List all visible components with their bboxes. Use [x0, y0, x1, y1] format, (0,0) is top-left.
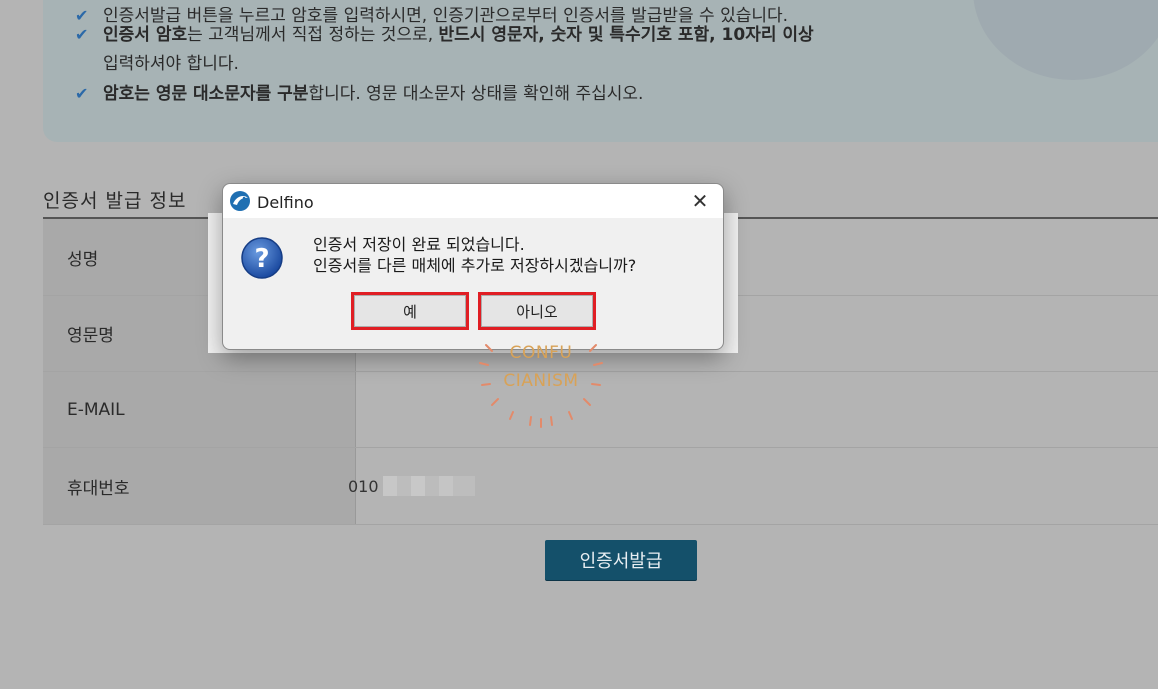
dialog-title: Delfino — [257, 193, 314, 212]
info-text-2-cont: 입력하셔야 합니다. — [103, 54, 239, 74]
phone-value: 010 — [332, 448, 1158, 524]
check-icon: ✔ — [75, 84, 89, 103]
decorative-circle — [973, 0, 1158, 80]
info-bullet-3: ✔ 암호는 영문 대소문자를 구분합니다. 영문 대소문자 상태를 확인해 주십… — [75, 82, 643, 106]
watermark-text-2: CIANISM — [503, 371, 579, 391]
delfino-logo-icon — [229, 190, 251, 212]
info-panel: ✔ 인증서발급 버튼을 누르고 암호를 입력하시면, 인증기관으로부터 인증서를… — [43, 0, 1158, 142]
watermark-text-1: CONFU — [509, 343, 573, 363]
info-bullet-2: ✔ 인증서 암호는 고객님께서 직접 정하는 것으로, 반드시 영문자, 숫자 … — [75, 23, 814, 47]
info-bold-case: 암호는 영문 대소문자를 구분 — [103, 84, 309, 104]
info-bold-requirement: 반드시 영문자, 숫자 및 특수기호 포함, 10자리 이상 — [438, 25, 814, 45]
check-icon: ✔ — [75, 25, 89, 44]
section-title: 인증서 발급 정보 — [43, 190, 187, 212]
info-text-3: 합니다. 영문 대소문자 상태를 확인해 주십시오. — [308, 84, 644, 104]
dialog-message: 인증서 저장이 완료 되었습니다. 인증서를 다른 매체에 추가로 저장하시겠습… — [313, 234, 636, 276]
info-bold-password: 인증서 암호 — [103, 25, 188, 45]
row-label: 휴대번호 — [43, 448, 356, 524]
info-text-2: 는 고객님께서 직접 정하는 것으로, — [187, 25, 439, 45]
row-value — [332, 372, 1158, 447]
phone-prefix: 010 — [348, 476, 379, 496]
dialog-message-line2: 인증서를 다른 매체에 추가로 저장하시겠습니까? — [313, 256, 637, 275]
yes-button[interactable]: 예 — [351, 292, 469, 330]
confirm-dialog: Delfino ✕ ? 인증서 저장이 완료 되었습니다. 인증서를 다른 매체… — [222, 183, 724, 350]
row-label: E-MAIL — [43, 372, 356, 447]
issue-certificate-button[interactable]: 인증서발급 — [545, 540, 697, 580]
watermark-logo: CONFU CIANISM — [478, 335, 604, 430]
question-icon: ? — [240, 236, 284, 280]
svg-text:?: ? — [254, 244, 269, 274]
dialog-titlebar: Delfino ✕ — [223, 184, 723, 218]
info-bullet-2-cont: 입력하셔야 합니다. — [75, 52, 239, 76]
table-row: 휴대번호 010 — [43, 448, 1158, 525]
masked-phone-number — [382, 476, 475, 496]
close-icon[interactable]: ✕ — [685, 188, 715, 214]
dialog-message-line1: 인증서 저장이 완료 되었습니다. — [313, 235, 525, 254]
no-button[interactable]: 아니오 — [478, 292, 596, 330]
